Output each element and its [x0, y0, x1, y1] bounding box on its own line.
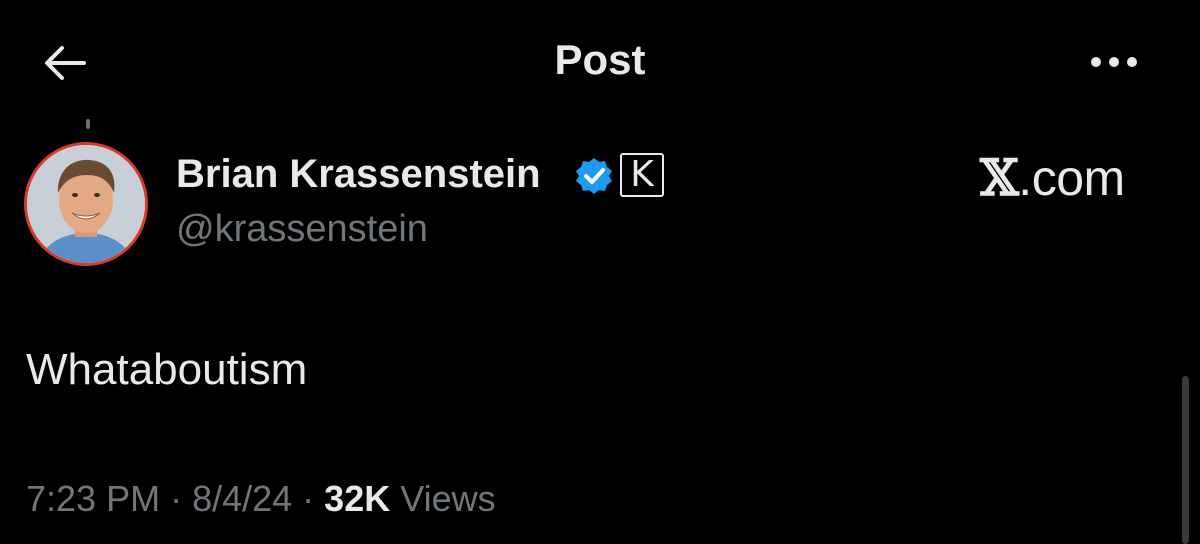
more-options-button[interactable] — [1084, 40, 1144, 84]
author-handle[interactable]: @krassenstein — [176, 208, 428, 251]
post-date[interactable]: 8/4/24 — [192, 478, 292, 519]
author-name[interactable]: Brian Krassenstein — [176, 152, 541, 197]
x-logo: 𝕏 — [980, 148, 1019, 207]
arrow-left-icon — [45, 46, 86, 80]
back-button[interactable] — [40, 38, 90, 88]
views-label[interactable]: Views — [390, 478, 495, 519]
avatar[interactable] — [24, 142, 148, 266]
affiliate-badge[interactable]: K — [620, 153, 664, 197]
tweet-meta: 7:23 PM · 8/4/24 · 32K Views — [26, 478, 496, 520]
page-title: Post — [554, 36, 646, 83]
tweet-text: Whataboutism — [26, 345, 308, 394]
verified-badge-icon — [574, 156, 614, 196]
scrollbar[interactable] — [1182, 376, 1189, 544]
views-count[interactable]: 32K — [324, 478, 390, 519]
thread-connector — [86, 119, 90, 129]
ellipsis-horizontal-icon — [1091, 57, 1137, 67]
separator: · — [292, 478, 325, 519]
separator: · — [160, 478, 193, 519]
post-time[interactable]: 7:23 PM — [26, 478, 160, 519]
brand-domain: .com — [1018, 150, 1125, 206]
brand-watermark: 𝕏.com — [980, 148, 1125, 207]
